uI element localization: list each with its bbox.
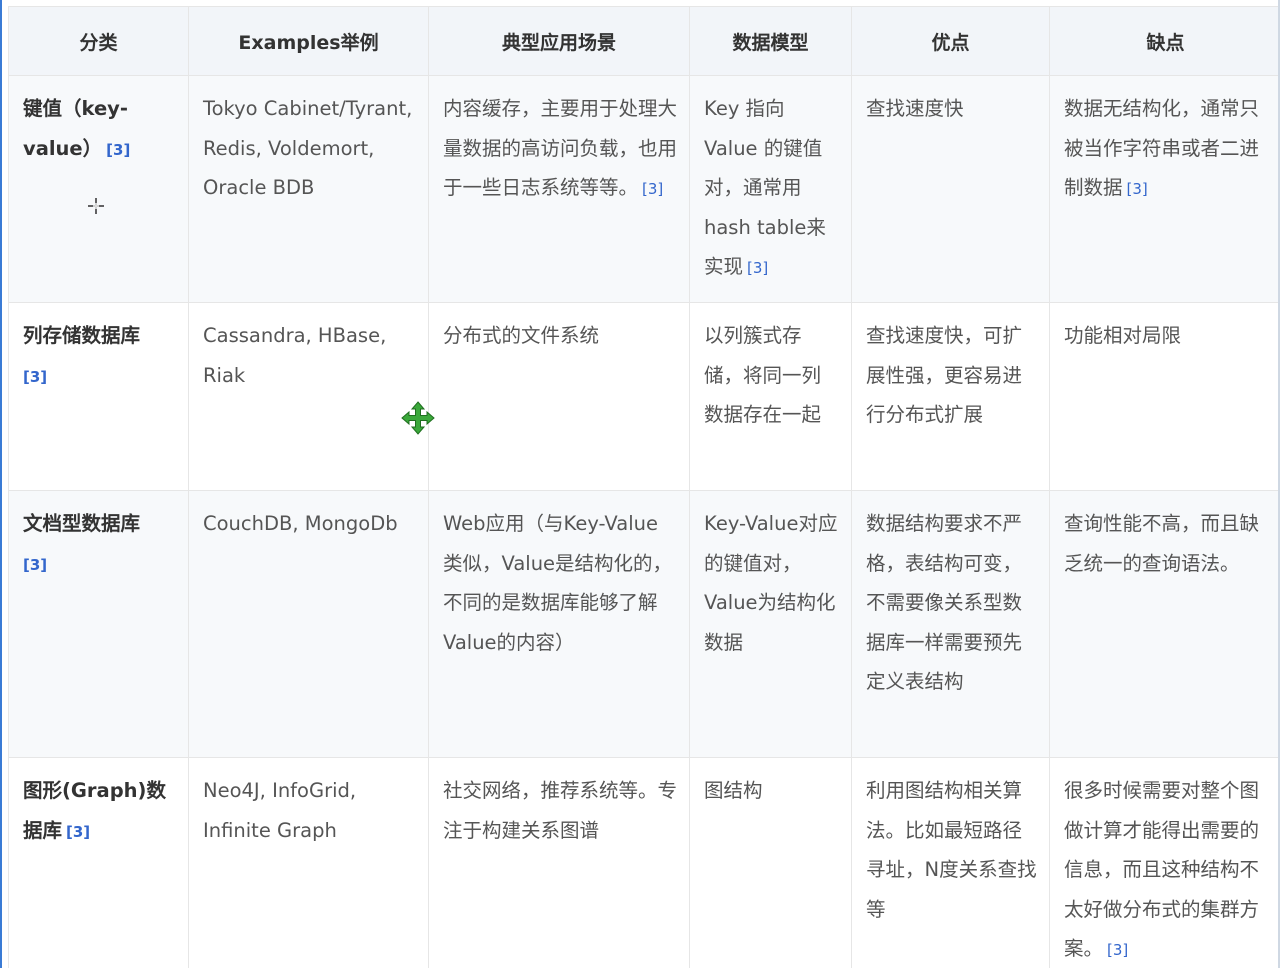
model-cell: Key-Value对应的键值对，Value为结构化数据 [689, 490, 852, 758]
column-header-cons: 缺点 [1049, 6, 1278, 76]
scenario-cell: 分布式的文件系统 [428, 302, 690, 491]
column-header-model: 数据模型 [689, 6, 852, 76]
category-cell: 键值（key-value） [3] [8, 75, 189, 303]
category-text: 列存储数据库 [23, 324, 141, 347]
examples-cell: Neo4J, InfoGrid, Infinite Graph [188, 757, 429, 968]
reference-link[interactable]: [3] [66, 823, 90, 841]
table-header-row: 分类 Examples举例 典型应用场景 数据模型 优点 缺点 [8, 6, 1278, 76]
category-cell: 文档型数据库 [3] [8, 490, 189, 758]
nosql-comparison-table: 分类 Examples举例 典型应用场景 数据模型 优点 缺点 键值（key-v… [8, 6, 1278, 968]
examples-cell: CouchDB, MongoDb [188, 490, 429, 758]
model-cell: Key 指向 Value 的键值对，通常用hash table来实现 [3] [689, 75, 852, 303]
cons-cell: 查询性能不高，而且缺乏统一的查询语法。 [1049, 490, 1278, 758]
pros-cell: 查找速度快 [851, 75, 1050, 303]
category-text: 文档型数据库 [23, 512, 141, 535]
reference-link[interactable]: [3] [642, 180, 663, 198]
table-row: 列存储数据库 [3] Cassandra, HBase, Riak 分布式的文件系… [8, 302, 1278, 491]
crosshair-cursor-icon [88, 198, 104, 214]
column-header-category: 分类 [8, 6, 189, 76]
reference-link[interactable]: [3] [106, 141, 130, 159]
category-cell: 列存储数据库 [3] [8, 302, 189, 491]
table-row: 文档型数据库 [3] CouchDB, MongoDb Web应用（与Key-Va… [8, 490, 1278, 758]
cons-cell: 功能相对局限 [1049, 302, 1278, 491]
reference-link[interactable]: [3] [747, 259, 768, 277]
category-cell: 图形(Graph)数据库 [3] [8, 757, 189, 968]
category-text: 图形(Graph)数据库 [23, 779, 166, 842]
cons-cell: 数据无结构化，通常只被当作字符串或者二进制数据 [3] [1049, 75, 1278, 303]
pros-cell: 数据结构要求不严格，表结构可变，不需要像关系型数据库一样需要预先定义表结构 [851, 490, 1050, 758]
reference-link[interactable]: [3] [23, 368, 47, 386]
cons-cell: 很多时候需要对整个图做计算才能得出需要的信息，而且这种结构不太好做分布式的集群方… [1049, 757, 1278, 968]
model-cell: 图结构 [689, 757, 852, 968]
pros-cell: 查找速度快，可扩展性强，更容易进行分布式扩展 [851, 302, 1050, 491]
table-row: 图形(Graph)数据库 [3] Neo4J, InfoGrid, Infinit… [8, 757, 1278, 968]
model-text: Key 指向 Value 的键值对，通常用hash table来实现 [704, 97, 826, 278]
examples-cell: Tokyo Cabinet/Tyrant, Redis, Voldemort, … [188, 75, 429, 303]
column-header-scenario: 典型应用场景 [428, 6, 690, 76]
table-row: 键值（key-value） [3] Tokyo Cabinet/Tyrant, R… [8, 75, 1278, 303]
pros-cell: 利用图结构相关算法。比如最短路径寻址，N度关系查找等 [851, 757, 1050, 968]
reference-link[interactable]: [3] [23, 556, 47, 574]
model-cell: 以列簇式存储，将同一列数据存在一起 [689, 302, 852, 491]
column-header-pros: 优点 [851, 6, 1050, 76]
column-header-examples: Examples举例 [188, 6, 429, 76]
page-frame: 分类 Examples举例 典型应用场景 数据模型 优点 缺点 键值（key-v… [0, 0, 1280, 968]
scenario-cell: 内容缓存，主要用于处理大量数据的高访问负载，也用于一些日志系统等等。 [3] [428, 75, 690, 303]
scenario-cell: Web应用（与Key-Value类似，Value是结构化的，不同的是数据库能够了… [428, 490, 690, 758]
examples-cell: Cassandra, HBase, Riak [188, 302, 429, 491]
scenario-cell: 社交网络，推荐系统等。专注于构建关系图谱 [428, 757, 690, 968]
cons-text: 数据无结构化，通常只被当作字符串或者二进制数据 [1064, 97, 1260, 199]
cons-text: 很多时候需要对整个图做计算才能得出需要的信息，而且这种结构不太好做分布式的集群方… [1064, 779, 1260, 960]
reference-link[interactable]: [3] [1107, 941, 1128, 959]
reference-link[interactable]: [3] [1127, 180, 1148, 198]
move-cursor-icon [401, 401, 435, 435]
